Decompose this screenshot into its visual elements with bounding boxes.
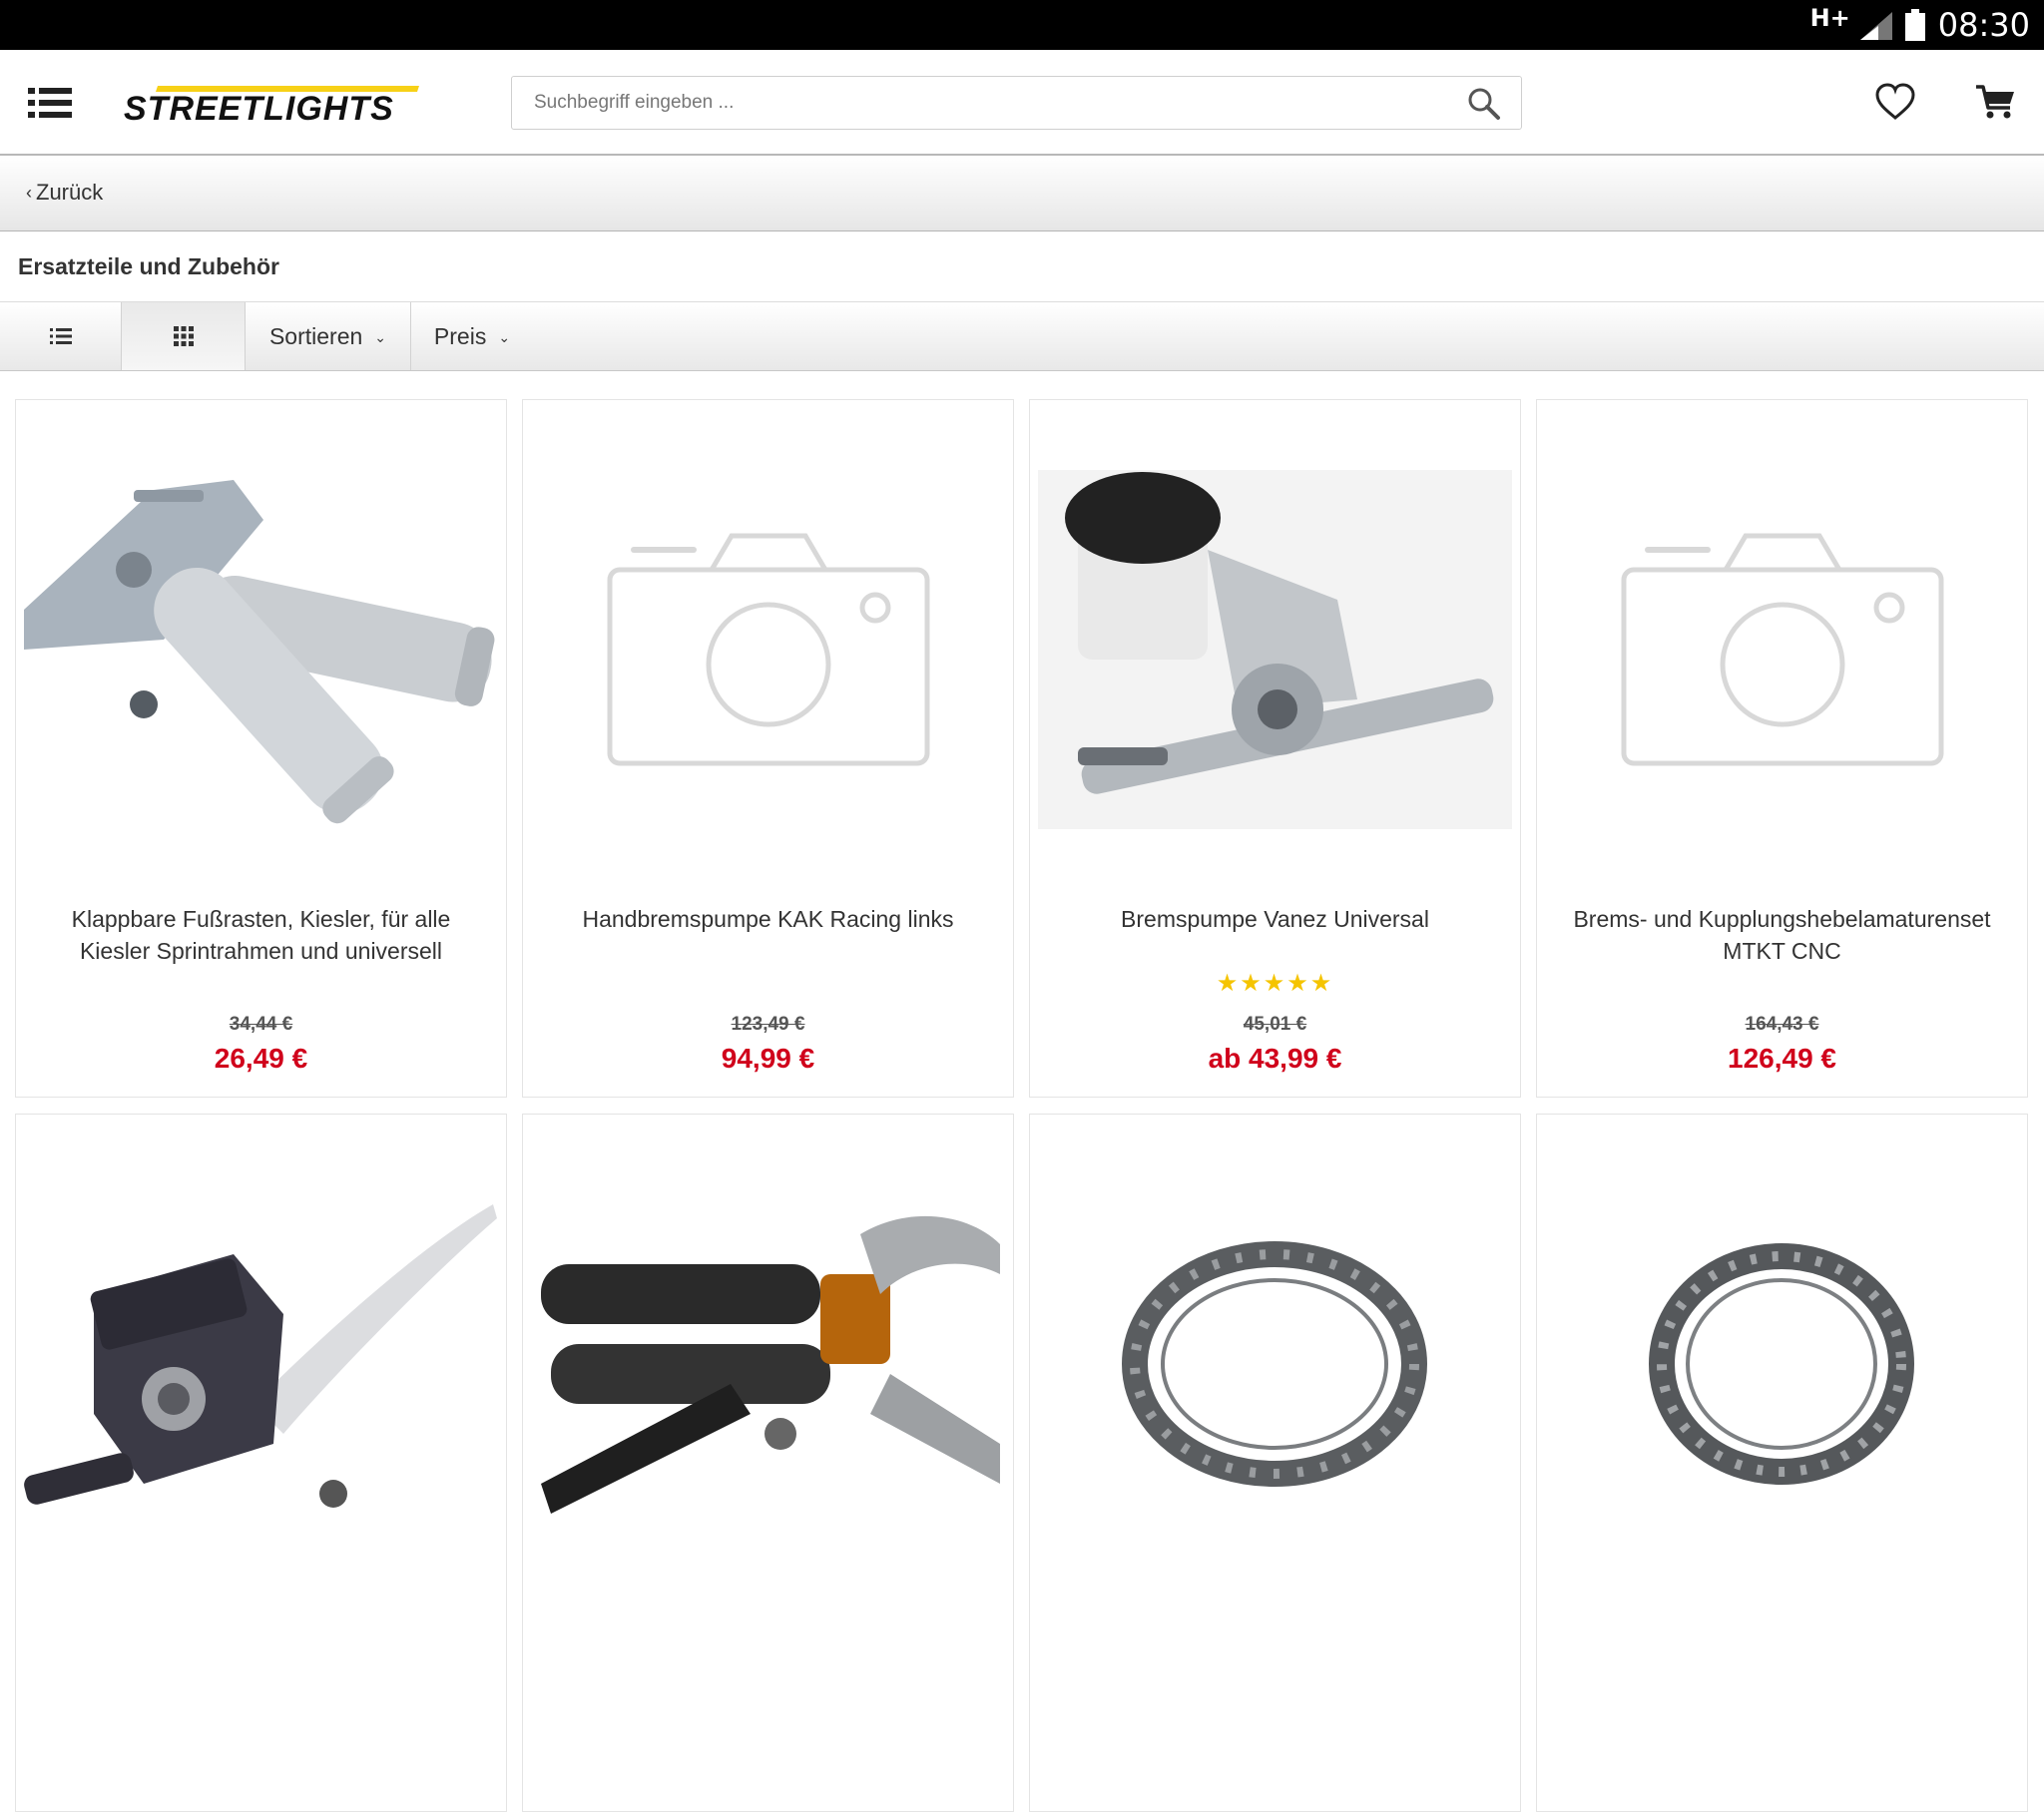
product-name[interactable]: Klappbare Fußrasten, Kiesler, für alle K… bbox=[36, 903, 486, 967]
network-indicator: H+ bbox=[1809, 4, 1850, 32]
search-icon[interactable] bbox=[1467, 87, 1501, 121]
search-input[interactable] bbox=[512, 77, 1450, 129]
list-view-button[interactable] bbox=[0, 302, 122, 370]
product-image-footpeg[interactable] bbox=[24, 470, 498, 829]
brake-pump-image bbox=[1038, 470, 1512, 829]
site-logo[interactable]: STREETLIGHTS bbox=[120, 80, 419, 126]
product-image-bearing[interactable] bbox=[1545, 1184, 2019, 1544]
product-card[interactable]: Klappbare Fußrasten, Kiesler, für alle K… bbox=[15, 399, 507, 1098]
bearing-ring-image bbox=[1122, 1241, 1427, 1487]
svg-text:STREETLIGHTS: STREETLIGHTS bbox=[124, 90, 394, 126]
product-image-master-cylinder[interactable] bbox=[24, 1184, 498, 1544]
product-image-bearing[interactable] bbox=[1038, 1184, 1512, 1544]
chevron-left-icon: ‹ bbox=[26, 182, 32, 203]
footpeg-image bbox=[24, 480, 495, 824]
sort-label: Sortieren bbox=[268, 322, 363, 349]
sort-dropdown[interactable]: Sortieren ⌄ bbox=[246, 302, 411, 370]
price-filter-label: Preis bbox=[433, 322, 487, 349]
heart-icon[interactable] bbox=[1874, 82, 1916, 122]
product-old-price: 164,43 € bbox=[1745, 1014, 1819, 1035]
product-card[interactable] bbox=[1536, 1114, 2028, 1812]
search-box bbox=[511, 76, 1522, 130]
back-link[interactable]: ‹ Zurück bbox=[26, 180, 103, 206]
product-image-grips-levers[interactable] bbox=[531, 1184, 1005, 1544]
cart-icon[interactable] bbox=[1974, 82, 2016, 122]
product-price: 26,49 € bbox=[214, 1043, 308, 1074]
grips-levers-image bbox=[541, 1215, 1000, 1514]
product-image-brake-pump[interactable] bbox=[1038, 470, 1512, 829]
price-filter-dropdown[interactable]: Preis ⌄ bbox=[411, 302, 533, 370]
chevron-down-icon: ⌄ bbox=[374, 328, 387, 345]
site-header: STREETLIGHTS bbox=[0, 50, 2044, 156]
status-bar: H+ 08:30 bbox=[0, 0, 2044, 50]
bearing-ring-image bbox=[1649, 1243, 1914, 1485]
chevron-down-icon: ⌄ bbox=[498, 328, 511, 345]
camera-placeholder-icon bbox=[607, 533, 929, 766]
product-card[interactable] bbox=[15, 1114, 507, 1812]
category-title: Ersatzteile und Zubehör bbox=[18, 253, 279, 279]
signal-icon bbox=[1859, 12, 1892, 40]
product-name[interactable]: Bremspumpe Vanez Universal bbox=[1050, 903, 1500, 935]
product-card[interactable] bbox=[522, 1114, 1014, 1812]
master-cylinder-image bbox=[24, 1204, 497, 1508]
product-old-price: 34,44 € bbox=[229, 1014, 293, 1035]
product-name[interactable]: Handbremspumpe KAK Racing links bbox=[543, 903, 993, 935]
product-price: ab 43,99 € bbox=[1208, 1043, 1342, 1074]
menu-icon[interactable] bbox=[28, 84, 72, 122]
list-icon bbox=[49, 328, 72, 344]
product-card[interactable]: Handbremspumpe KAK Racing links 123,49 €… bbox=[522, 399, 1014, 1098]
camera-placeholder-icon bbox=[1621, 533, 1943, 766]
back-label: Zurück bbox=[36, 180, 104, 205]
rating-stars: ★★★★★ bbox=[1216, 970, 1334, 997]
product-image-placeholder[interactable] bbox=[1545, 470, 2019, 829]
product-price: 94,99 € bbox=[721, 1043, 815, 1074]
back-bar: ‹ Zurück bbox=[0, 156, 2044, 231]
product-name[interactable]: Brems- und Kupplungshebelamaturenset MTK… bbox=[1557, 903, 2007, 967]
battery-icon bbox=[1904, 9, 1925, 41]
listing-toolbar: Sortieren ⌄ Preis ⌄ bbox=[0, 301, 2044, 371]
product-old-price: 123,49 € bbox=[731, 1014, 805, 1035]
grid-icon bbox=[173, 326, 194, 346]
clock: 08:30 bbox=[1937, 6, 2030, 44]
product-card[interactable] bbox=[1029, 1114, 1521, 1812]
product-card[interactable]: Brems- und Kupplungshebelamaturenset MTK… bbox=[1536, 399, 2028, 1098]
product-image-placeholder[interactable] bbox=[531, 470, 1005, 829]
product-card[interactable]: Bremspumpe Vanez Universal ★★★★★ 45,01 €… bbox=[1029, 399, 1521, 1098]
product-old-price: 45,01 € bbox=[1243, 1014, 1307, 1035]
grid-view-button[interactable] bbox=[122, 302, 246, 370]
product-price: 126,49 € bbox=[1728, 1043, 1836, 1074]
